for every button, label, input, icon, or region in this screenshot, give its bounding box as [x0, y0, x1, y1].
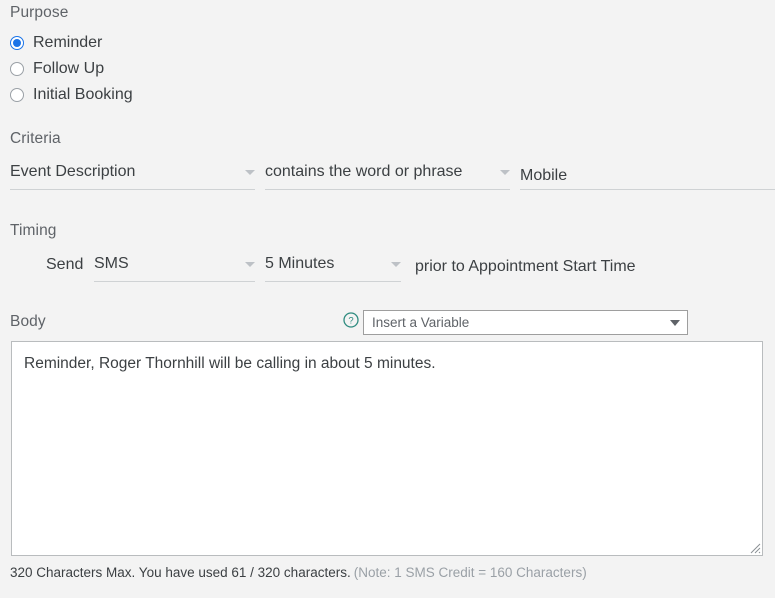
character-count-footer: 320 Characters Max. You have used 61 / 3…: [10, 565, 587, 580]
timing-section-label: Timing: [10, 222, 57, 239]
chevron-down-icon: [245, 262, 255, 267]
chevron-down-icon: [670, 319, 680, 326]
criteria-field-select[interactable]: Event Description: [10, 162, 255, 190]
timing-channel-select-value: SMS: [94, 255, 129, 272]
criteria-value-input-value: Mobile: [520, 167, 568, 184]
timing-offset-select[interactable]: 5 Minutes: [265, 254, 401, 282]
chevron-down-icon: [245, 170, 255, 175]
timing-channel-select[interactable]: SMS: [94, 254, 255, 282]
criteria-field-select-value: Event Description: [10, 163, 136, 180]
insert-variable-select[interactable]: Insert a Variable: [363, 310, 688, 335]
radio-option-initial-booking[interactable]: Initial Booking: [10, 84, 133, 106]
body-message-textarea[interactable]: Reminder, Roger Thornhill will be callin…: [11, 341, 763, 556]
radio-label-follow-up: Follow Up: [33, 60, 105, 77]
criteria-operator-select[interactable]: contains the word or phrase: [265, 162, 510, 190]
radio-indicator-reminder[interactable]: [10, 36, 24, 50]
body-section-label: Body: [10, 313, 46, 330]
criteria-operator-select-value: contains the word or phrase: [265, 163, 463, 180]
body-message-text: Reminder, Roger Thornhill will be callin…: [24, 355, 436, 372]
svg-text:?: ?: [348, 316, 353, 327]
chevron-down-icon: [500, 170, 510, 175]
radio-label-initial-booking: Initial Booking: [33, 86, 133, 103]
criteria-section-label: Criteria: [10, 130, 61, 147]
purpose-section-label: Purpose: [10, 4, 69, 21]
radio-option-reminder[interactable]: Reminder: [10, 32, 102, 54]
help-circle-icon[interactable]: ?: [343, 312, 359, 328]
sms-credit-note: (Note: 1 SMS Credit = 160 Characters): [353, 565, 587, 580]
radio-indicator-initial-booking[interactable]: [10, 88, 24, 102]
resize-handle-icon[interactable]: [746, 539, 761, 554]
send-label: Send: [46, 256, 84, 273]
radio-label-reminder: Reminder: [33, 34, 103, 51]
criteria-value-input[interactable]: Mobile: [520, 162, 775, 190]
chevron-down-icon: [391, 262, 401, 267]
insert-variable-select-value: Insert a Variable: [372, 315, 470, 330]
radio-indicator-follow-up[interactable]: [10, 62, 24, 76]
timing-suffix-text: prior to Appointment Start Time: [415, 258, 636, 275]
radio-option-follow-up[interactable]: Follow Up: [10, 58, 104, 80]
character-count-text: 320 Characters Max. You have used 61 / 3…: [10, 565, 351, 580]
reminder-settings-form: Purpose Reminder Follow Up Initial Booki…: [0, 0, 775, 598]
timing-offset-select-value: 5 Minutes: [265, 255, 335, 272]
